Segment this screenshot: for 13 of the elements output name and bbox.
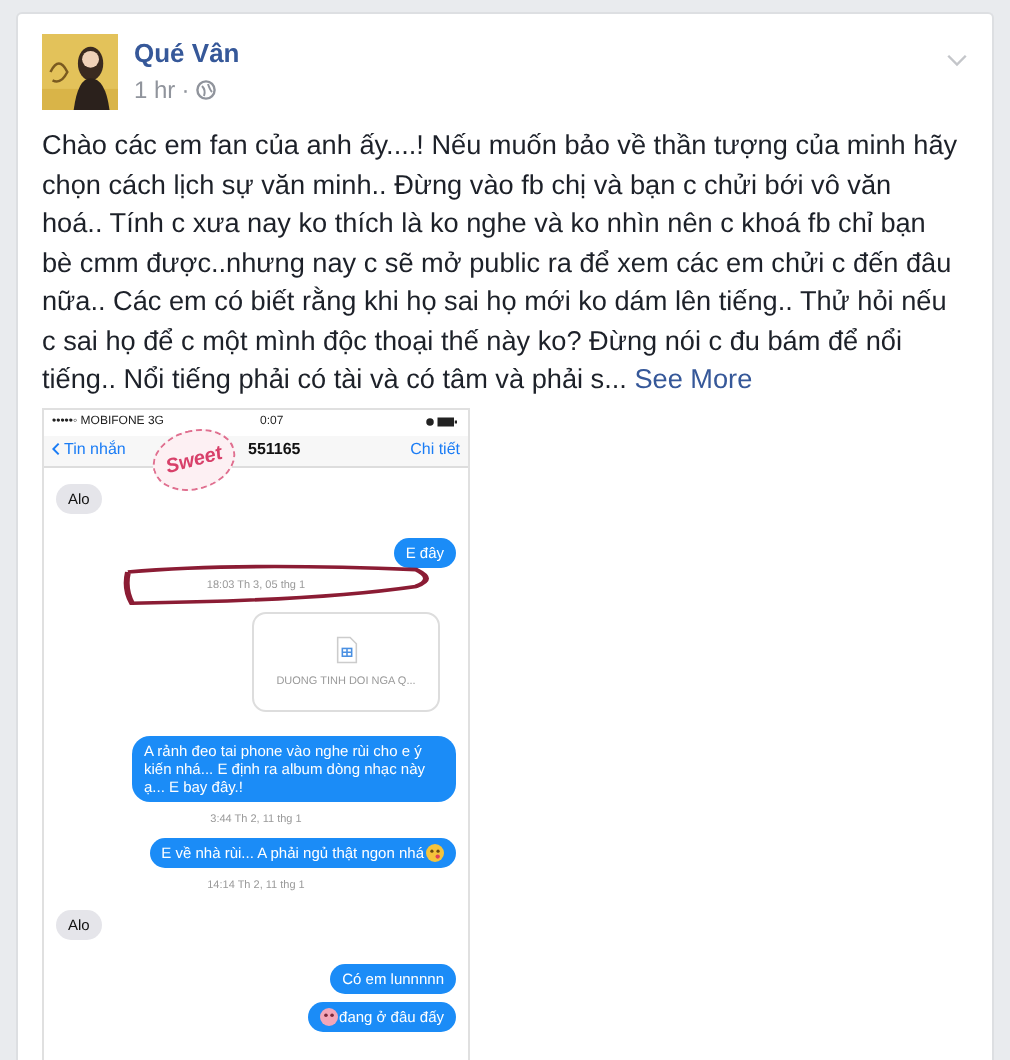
back-link[interactable]: Tin nhắn — [52, 439, 126, 457]
battery-icon — [424, 416, 460, 428]
author-name[interactable]: Qué Vân — [134, 38, 930, 68]
see-more-link[interactable]: See More — [634, 364, 753, 394]
globe-icon — [195, 80, 216, 100]
details-link[interactable]: Chi tiết — [410, 439, 460, 457]
avatar[interactable] — [42, 34, 118, 110]
contact-number: 551165 — [248, 439, 301, 457]
post-text: Chào các em fan của anh ấy....! Nếu muốn bảo về thần tượng của minh hãy chọn cách lịch sự văn minh.. Đừng vào fb chị và bạn c chửi bới vô văn hoá.. Tính c xưa nay ko thích là ko nghe và ko nhìn nên c khoá fb chỉ bạn bè cmm được..nhưng nay c sẽ mở public ra để xem các em chửi c đến đâu nữa.. Các em có biết rằng khi họ sai họ mới ko dám lên tiếng.. Thử hỏi nếu c sai họ để c một mình độc thoại thế này ko? Đừng nói c đu bám để nổi tiếng.. Nổi tiếng phải có tài và có tâm và phải s... See More — [42, 128, 958, 398]
back-chevron-icon — [52, 441, 60, 455]
post-time[interactable]: 1 hr — [134, 76, 176, 104]
separator: · — [181, 76, 190, 104]
document-icon — [335, 635, 357, 663]
